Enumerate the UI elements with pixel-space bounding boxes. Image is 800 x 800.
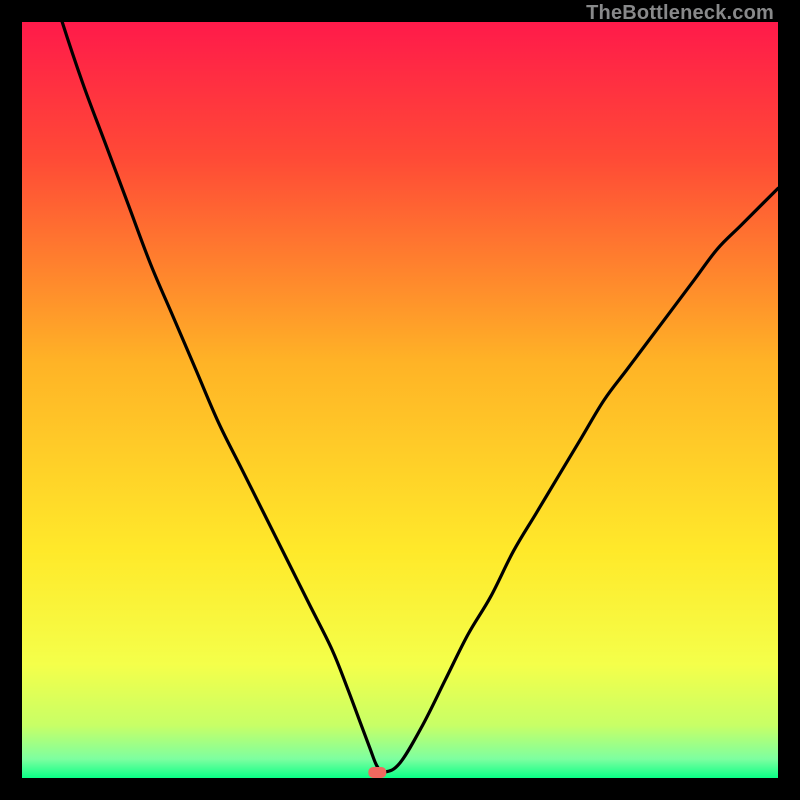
bottleneck-plot	[22, 22, 778, 778]
optimal-point-marker	[368, 767, 386, 778]
watermark-text: TheBottleneck.com	[586, 2, 774, 25]
chart-frame	[22, 22, 778, 778]
gradient-background	[22, 22, 778, 778]
